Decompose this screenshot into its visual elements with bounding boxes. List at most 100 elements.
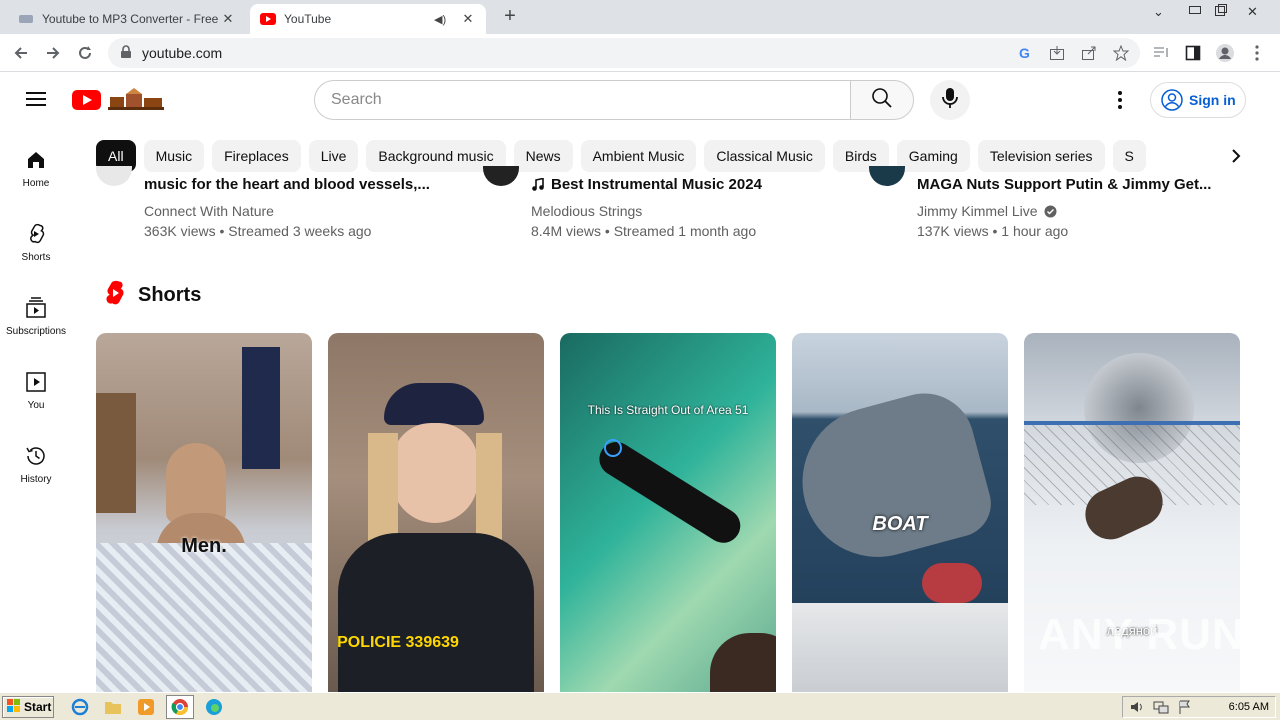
history-icon: [26, 447, 45, 465]
ie-icon[interactable]: [70, 697, 90, 717]
chip-television-series[interactable]: Television series: [977, 140, 1105, 172]
tab-mp3-converter[interactable]: Youtube to MP3 Converter - Free MP3 ✕: [8, 4, 246, 34]
channel-avatar[interactable]: [483, 166, 519, 186]
short-thumbnail[interactable]: This Is Straight Out of Area 51: [560, 333, 776, 692]
start-button[interactable]: Start: [2, 696, 54, 718]
search-button[interactable]: [850, 80, 914, 120]
flag-icon[interactable]: [1175, 697, 1195, 717]
video-title[interactable]: MAGA Nuts Support Putin & Jimmy Get...: [917, 176, 1217, 194]
tab-youtube[interactable]: YouTube ◀) ✕: [250, 4, 486, 34]
sidebar: Home Shorts Subscriptions You History: [0, 128, 72, 692]
chip-ambient-music[interactable]: Ambient Music: [580, 140, 697, 172]
svg-text:G: G: [1019, 45, 1030, 61]
shorts-icon: [30, 223, 45, 244]
search-box[interactable]: [314, 80, 851, 120]
profile-icon[interactable]: [1214, 42, 1236, 64]
video-title[interactable]: music for the heart and blood vessels,..…: [144, 176, 444, 194]
window-close-icon[interactable]: ✕: [1247, 4, 1258, 20]
minimize-icon[interactable]: [1188, 3, 1202, 20]
share-icon[interactable]: [1080, 44, 1098, 62]
clock: 6:05 AM: [1228, 701, 1269, 713]
tab-title: YouTube: [284, 12, 332, 26]
chip-music[interactable]: Music: [143, 140, 205, 172]
channel-avatar[interactable]: [96, 166, 132, 186]
account-icon: [1161, 89, 1183, 111]
chevron-down-icon[interactable]: ⌄: [1153, 4, 1164, 20]
kebab-menu-icon[interactable]: [1246, 42, 1268, 64]
sidebar-item-history[interactable]: History: [0, 432, 72, 492]
microphone-icon: [942, 87, 958, 114]
channel-name[interactable]: Melodious Strings: [531, 203, 642, 219]
sign-in-button[interactable]: Sign in: [1150, 82, 1246, 118]
short-overlay-text: POLICIE 339639: [337, 634, 459, 651]
sidebar-item-shorts[interactable]: Shorts: [0, 210, 72, 270]
voice-search-button[interactable]: [930, 80, 970, 120]
converter-favicon-icon: [18, 11, 34, 27]
lock-icon[interactable]: [120, 45, 132, 64]
verified-icon: [1044, 205, 1057, 221]
new-tab-button[interactable]: +: [500, 6, 520, 28]
url-text: youtube.com: [142, 45, 223, 61]
address-bar[interactable]: youtube.com G: [108, 38, 1140, 68]
you-icon: [26, 372, 46, 392]
search-icon: [871, 87, 893, 114]
windows-logo-icon: [7, 698, 21, 716]
folder-icon[interactable]: [103, 697, 123, 717]
media-control-icon[interactable]: [1150, 42, 1172, 64]
shorts-title: Shorts: [138, 283, 202, 306]
short-thumbnail[interactable]: POLICIE 339639: [328, 333, 544, 692]
chip-partial[interactable]: S: [1112, 140, 1146, 172]
media-player-icon[interactable]: [136, 697, 156, 717]
restore-icon[interactable]: [1214, 3, 1228, 20]
sidebar-item-label: Home: [22, 178, 50, 189]
chip-fireplaces[interactable]: Fireplaces: [212, 140, 301, 172]
filter-chips: All Music Fireplaces Live Background music Ne…: [96, 140, 1224, 172]
short-thumbnail[interactable]: BOAT: [792, 333, 1008, 692]
chip-live[interactable]: Live: [308, 140, 359, 172]
side-panel-icon[interactable]: [1182, 42, 1204, 64]
back-icon[interactable]: [10, 42, 32, 64]
short-thumbnail[interactable]: Men.: [96, 333, 312, 692]
start-label: Start: [24, 700, 52, 714]
video-stats: 8.4M views • Streamed 1 month ago: [531, 223, 757, 239]
hamburger-menu-icon[interactable]: [24, 88, 48, 112]
channel-name-text: Jimmy Kimmel Live: [917, 203, 1038, 219]
speaker-icon[interactable]: ◀): [434, 13, 450, 26]
network-icon[interactable]: [1151, 697, 1171, 717]
sidebar-item-label: Shorts: [21, 252, 51, 263]
home-icon: [28, 152, 44, 168]
sidebar-item-label: Subscriptions: [5, 326, 67, 337]
chevron-right-icon[interactable]: [1224, 140, 1248, 172]
taskbar: Start 6:05 AM: [0, 692, 1280, 720]
youtube-logo[interactable]: [72, 88, 166, 112]
chip-gaming[interactable]: Gaming: [896, 140, 970, 172]
chrome-icon: [171, 699, 189, 716]
short-overlay-text: BOAT: [872, 513, 928, 535]
search-input[interactable]: [315, 81, 850, 119]
sidebar-item-label: You: [27, 400, 45, 411]
channel-name[interactable]: Connect With Nature: [144, 203, 274, 219]
channel-avatar[interactable]: [869, 166, 905, 186]
google-icon[interactable]: G: [1016, 44, 1034, 62]
chip-news[interactable]: News: [513, 140, 573, 172]
chrome-taskbar-button[interactable]: [166, 695, 194, 719]
anyrun-watermark: ANY RUN: [1038, 610, 1245, 659]
close-icon[interactable]: ✕: [220, 11, 236, 27]
short-overlay-text: This Is Straight Out of Area 51: [587, 403, 749, 417]
chip-classical-music[interactable]: Classical Music: [704, 140, 825, 172]
channel-name[interactable]: Jimmy Kimmel Live: [917, 203, 1057, 221]
subscriptions-icon: [26, 297, 46, 318]
bookmark-star-icon[interactable]: [1112, 44, 1130, 62]
reload-icon[interactable]: [74, 42, 96, 64]
video-title[interactable]: Best Instrumental Music 2024: [531, 176, 831, 194]
forward-icon[interactable]: [42, 42, 64, 64]
sidebar-item-subscriptions[interactable]: Subscriptions: [0, 284, 72, 344]
sidebar-item-home[interactable]: Home: [0, 136, 72, 196]
settings-more-icon[interactable]: [1108, 88, 1132, 112]
edge-icon[interactable]: [204, 697, 224, 717]
sidebar-item-you[interactable]: You: [0, 358, 72, 418]
youtube-favicon-icon: [260, 11, 276, 27]
close-icon[interactable]: ✕: [460, 11, 476, 27]
volume-icon[interactable]: [1127, 697, 1147, 717]
install-icon[interactable]: [1048, 44, 1066, 62]
